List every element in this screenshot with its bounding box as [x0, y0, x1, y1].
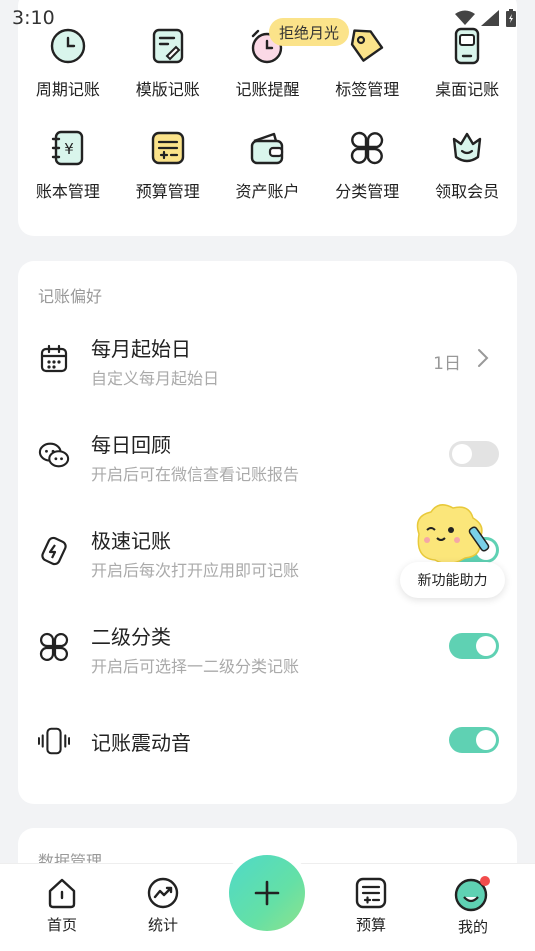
grid-item-assets[interactable]: 资产账户	[218, 128, 318, 202]
sub-category-toggle[interactable]	[449, 633, 499, 659]
grid-label: 领取会员	[435, 182, 500, 201]
row-subtitle: 开启后可在微信查看记账报告	[91, 465, 300, 484]
category-icon	[38, 631, 70, 663]
nav-budget[interactable]: 预算	[331, 876, 411, 935]
row-title: 每月起始日	[91, 337, 191, 361]
grid-label: 预算管理	[135, 182, 200, 201]
nav-label: 我的	[457, 918, 488, 936]
row-title: 每日回顾	[91, 433, 171, 457]
ledger-icon: ¥	[48, 128, 88, 168]
row-title: 记账震动音	[91, 731, 191, 755]
vip-icon	[447, 128, 487, 168]
nav-label: 统计	[147, 916, 178, 934]
stats-icon	[147, 877, 179, 909]
toggle-knob	[476, 636, 496, 656]
grid-label: 记账提醒	[235, 80, 300, 99]
plus-icon	[254, 880, 280, 906]
row-subtitle: 开启后每次打开应用即可记账	[91, 561, 300, 580]
add-record-button[interactable]	[229, 855, 305, 931]
lightning-icon	[38, 535, 70, 567]
nav-home[interactable]: 首页	[22, 876, 102, 935]
toggle-knob	[476, 730, 496, 750]
category-icon	[347, 128, 387, 168]
row-subtitle: 自定义每月起始日	[91, 369, 220, 388]
pref-row-daily-review: 每日回顾 开启后可在微信查看记账报告	[18, 415, 517, 495]
calendar-icon	[38, 343, 70, 375]
status-icons	[455, 9, 517, 27]
promo-tag[interactable]: 拒绝月光	[269, 18, 350, 46]
vibrate-icon	[38, 725, 70, 757]
nav-label: 预算	[355, 916, 386, 934]
wifi-icon	[455, 10, 475, 25]
pref-row-sub-category: 二级分类 开启后可选择一二级分类记账	[18, 607, 517, 687]
fab-wrapper	[222, 848, 312, 938]
chevron-right-icon	[477, 348, 489, 372]
section-title: 记账偏好	[38, 287, 103, 306]
budget-icon	[355, 877, 387, 909]
grid-item-desktop[interactable]: 桌面记账	[417, 26, 517, 100]
pref-row-month-start[interactable]: 每月起始日 自定义每月起始日 1日	[18, 319, 517, 399]
nav-stats[interactable]: 统计	[123, 876, 203, 935]
grid-item-periodic[interactable]: 周期记账	[18, 26, 118, 100]
helper-label: 新功能助力	[400, 562, 505, 598]
grid-item-budget[interactable]: 预算管理	[118, 128, 218, 202]
feature-helper-widget[interactable]: 新功能助力	[400, 500, 505, 600]
wallet-icon	[247, 128, 287, 168]
toggle-knob	[452, 444, 472, 464]
grid-label: 标签管理	[335, 80, 400, 99]
status-time: 3:10	[12, 7, 55, 29]
status-bar: 3:10	[0, 0, 535, 36]
grid-label: 桌面记账	[435, 80, 500, 99]
profile-icon	[454, 876, 490, 912]
grid-label: 周期记账	[35, 80, 100, 99]
pref-row-vibration: 记账震动音	[18, 703, 517, 783]
grid-item-vip[interactable]: 领取会员	[417, 128, 517, 202]
grid-label: 分类管理	[335, 182, 400, 201]
vibration-toggle[interactable]	[449, 727, 499, 753]
grid-item-template[interactable]: 模版记账	[118, 26, 218, 100]
quick-entry-grid: 周期记账 模版记账 记账提醒 标签管理 桌面记账 ¥ 账本管理 预算管理 资产账…	[18, 26, 517, 202]
daily-review-toggle[interactable]	[449, 441, 499, 467]
grid-label: 账本管理	[35, 182, 100, 201]
svg-text:¥: ¥	[64, 140, 74, 158]
grid-item-ledger[interactable]: ¥ 账本管理	[18, 128, 118, 202]
row-title: 二级分类	[91, 625, 171, 649]
grid-label: 模版记账	[135, 80, 200, 99]
home-icon	[48, 878, 76, 909]
budget-icon	[148, 128, 188, 168]
month-start-value: 1日	[433, 354, 461, 374]
grid-label: 资产账户	[235, 182, 300, 201]
row-subtitle: 开启后可选择一二级分类记账	[91, 657, 300, 676]
grid-item-categories[interactable]: 分类管理	[317, 128, 417, 202]
battery-icon	[506, 9, 516, 27]
nav-profile[interactable]: 我的	[433, 876, 513, 937]
wechat-icon	[38, 439, 70, 471]
signal-icon	[481, 10, 499, 26]
row-title: 极速记账	[91, 529, 171, 553]
bottom-nav: 首页 统计 预算 我的	[0, 848, 535, 951]
nav-label: 首页	[46, 916, 77, 934]
mascot-icon	[416, 504, 490, 565]
